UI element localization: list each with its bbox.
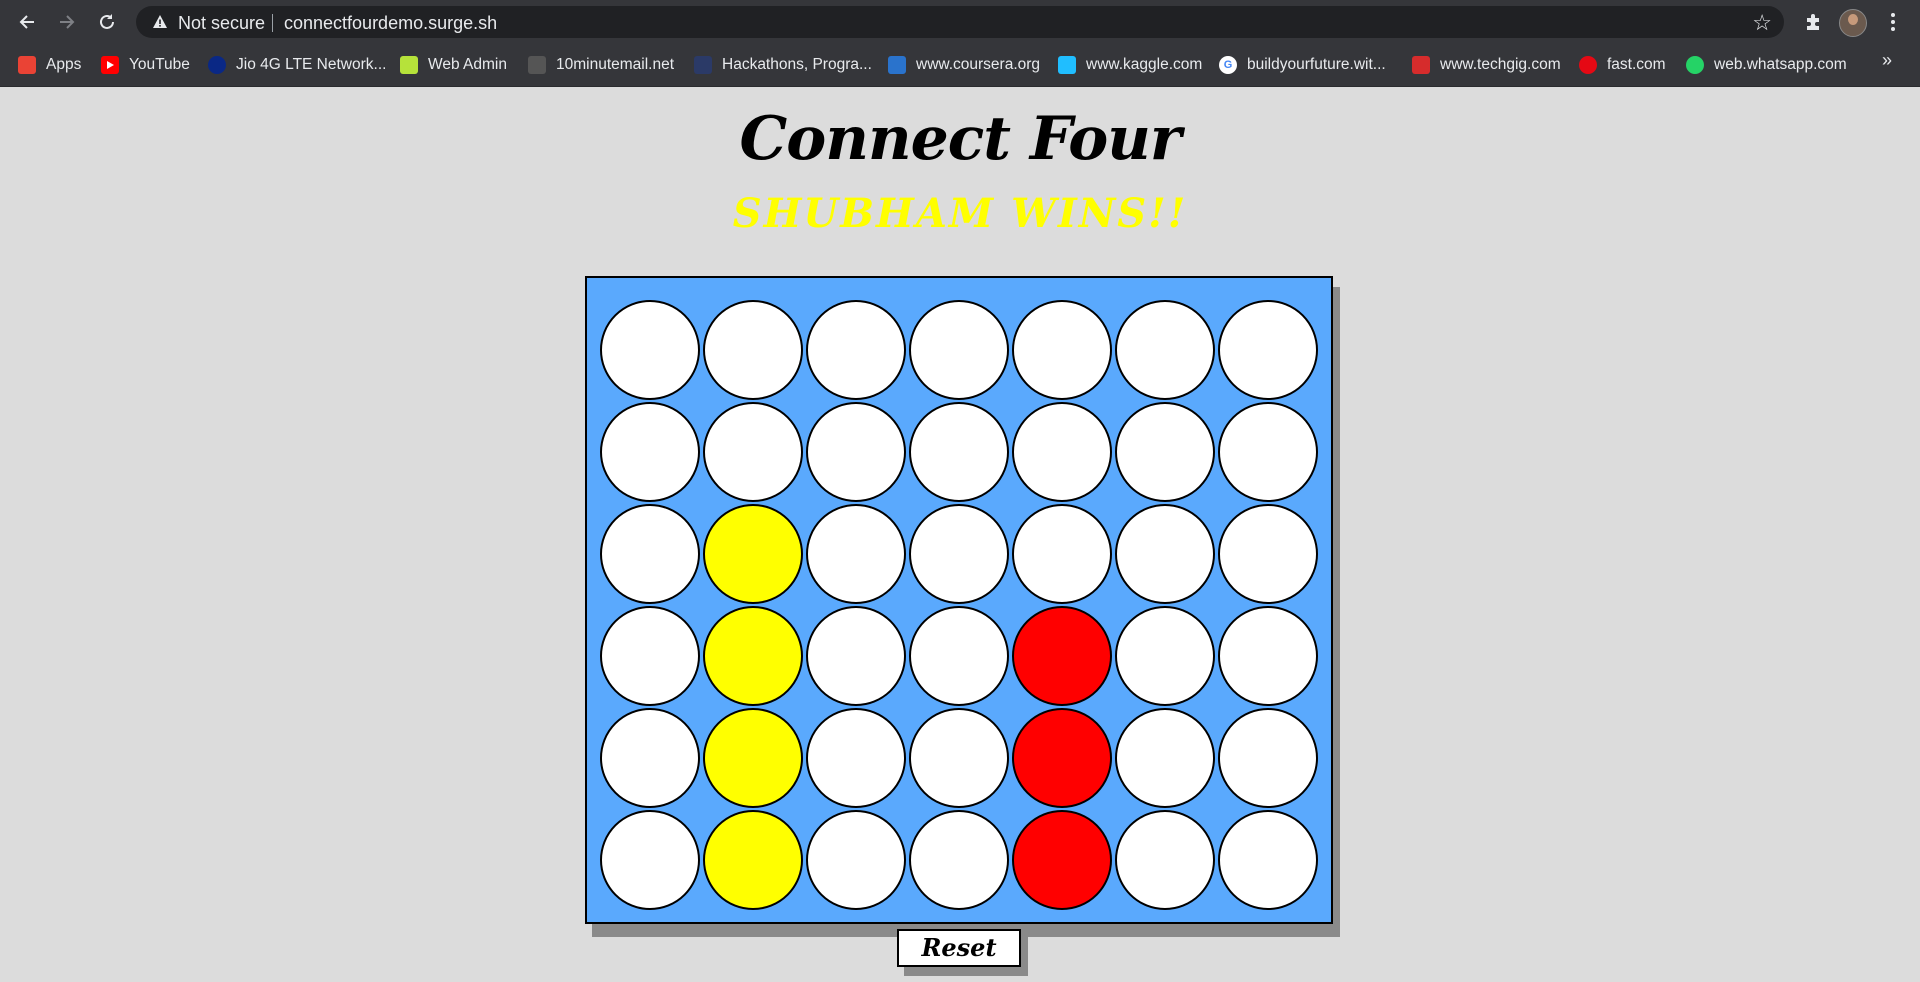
red-disc[interactable]	[1012, 708, 1112, 808]
empty-slot[interactable]	[600, 402, 700, 502]
bookmark-fast[interactable]: fast.com	[1579, 52, 1666, 78]
yellow-disc[interactable]	[703, 810, 803, 910]
empty-slot[interactable]	[1012, 402, 1112, 502]
bookmark-label: www.coursera.org	[916, 56, 1041, 73]
empty-slot[interactable]	[1115, 300, 1215, 400]
empty-slot[interactable]	[703, 300, 803, 400]
bookmark-label: 10minutemail.net	[556, 56, 675, 73]
yellow-disc[interactable]	[703, 708, 803, 808]
bookmark-jio[interactable]: Jio 4G LTE Network...	[208, 52, 386, 78]
empty-slot[interactable]	[1218, 300, 1318, 400]
extensions-icon[interactable]	[1800, 9, 1826, 35]
empty-slot[interactable]	[806, 708, 906, 808]
jio-icon	[208, 56, 226, 74]
empty-slot[interactable]	[600, 300, 700, 400]
empty-slot[interactable]	[600, 810, 700, 910]
bookmark-coursera[interactable]: www.coursera.org	[888, 52, 1040, 78]
page-title: Connect Four	[739, 104, 1182, 174]
bookmark-label: Apps	[46, 56, 82, 73]
empty-slot[interactable]	[1115, 504, 1215, 604]
empty-slot[interactable]	[909, 504, 1009, 604]
url-text[interactable]: connectfourdemo.surge.sh	[284, 13, 497, 34]
yellow-disc[interactable]	[703, 504, 803, 604]
empty-slot[interactable]	[806, 810, 906, 910]
whatsapp-icon	[1686, 56, 1704, 74]
menu-icon[interactable]	[1880, 9, 1906, 35]
bookmark-apps-grid[interactable]: Apps	[18, 52, 81, 78]
empty-slot[interactable]	[600, 504, 700, 604]
bookmark-lte[interactable]: Web Admin	[400, 52, 507, 78]
bookmark-label: www.techgig.com	[1440, 56, 1561, 73]
warning-icon[interactable]	[150, 12, 170, 32]
empty-slot[interactable]	[1218, 606, 1318, 706]
red-disc[interactable]	[1012, 606, 1112, 706]
bookmark-whatsapp[interactable]: web.whatsapp.com	[1686, 52, 1847, 78]
browser-toolbar: Not secure connectfourdemo.surge.sh ☆	[0, 0, 1920, 44]
empty-slot[interactable]	[1115, 810, 1215, 910]
bookmark-label: Hackathons, Progra...	[722, 56, 872, 73]
hackathon-icon	[694, 56, 712, 74]
reload-icon[interactable]	[93, 8, 121, 36]
bookmark-label: buildyourfuture.wit...	[1247, 56, 1386, 73]
game-board	[585, 276, 1333, 924]
empty-slot[interactable]	[703, 402, 803, 502]
winner-status: SHUBHAM WINS!!	[732, 190, 1188, 237]
empty-slot[interactable]	[909, 606, 1009, 706]
empty-slot[interactable]	[1115, 606, 1215, 706]
bookmark-youtube[interactable]: YouTube	[101, 52, 190, 78]
bookmark-techgig[interactable]: www.techgig.com	[1412, 52, 1561, 78]
reset-button[interactable]: Reset	[897, 929, 1021, 967]
red-disc[interactable]	[1012, 810, 1112, 910]
techgig-icon	[1412, 56, 1430, 74]
back-icon[interactable]	[13, 8, 41, 36]
empty-slot[interactable]	[909, 402, 1009, 502]
empty-slot[interactable]	[806, 402, 906, 502]
empty-slot[interactable]	[806, 504, 906, 604]
empty-slot[interactable]	[1218, 504, 1318, 604]
empty-slot[interactable]	[1012, 300, 1112, 400]
empty-slot[interactable]	[1012, 504, 1112, 604]
ten-icon	[528, 56, 546, 74]
empty-slot[interactable]	[1218, 810, 1318, 910]
yellow-disc[interactable]	[703, 606, 803, 706]
bookmark-label: Web Admin	[428, 56, 507, 73]
bookmark-google[interactable]: Gbuildyourfuture.wit...	[1219, 52, 1386, 78]
empty-slot[interactable]	[1218, 402, 1318, 502]
empty-slot[interactable]	[600, 606, 700, 706]
bookmark-label: YouTube	[129, 56, 190, 73]
empty-slot[interactable]	[909, 708, 1009, 808]
security-label[interactable]: Not secure	[178, 13, 265, 34]
star-icon[interactable]: ☆	[1752, 10, 1772, 36]
bookmark-hackathon[interactable]: Hackathons, Progra...	[694, 52, 872, 78]
bookmark-label: fast.com	[1607, 56, 1666, 73]
address-bar[interactable]: Not secure connectfourdemo.surge.sh ☆	[136, 6, 1784, 38]
lte-icon	[400, 56, 418, 74]
profile-avatar[interactable]	[1839, 9, 1867, 37]
empty-slot[interactable]	[806, 300, 906, 400]
apps-grid-icon	[18, 56, 36, 74]
google-icon: G	[1219, 56, 1237, 74]
empty-slot[interactable]	[600, 708, 700, 808]
address-separator	[272, 14, 273, 32]
empty-slot[interactable]	[806, 606, 906, 706]
bookmark-label: www.kaggle.com	[1086, 56, 1203, 73]
fast-icon	[1579, 56, 1597, 74]
empty-slot[interactable]	[1115, 402, 1215, 502]
empty-slot[interactable]	[909, 810, 1009, 910]
bookmark-label: Jio 4G LTE Network...	[236, 56, 387, 73]
youtube-icon	[101, 56, 119, 74]
empty-slot[interactable]	[1115, 708, 1215, 808]
bookmarks-overflow-icon[interactable]: »	[1882, 50, 1892, 71]
coursera-icon	[888, 56, 906, 74]
empty-slot[interactable]	[1218, 708, 1318, 808]
forward-icon[interactable]	[53, 8, 81, 36]
bookmark-kaggle[interactable]: www.kaggle.com	[1058, 52, 1202, 78]
bookmark-ten[interactable]: 10minutemail.net	[528, 52, 674, 78]
bookmark-label: web.whatsapp.com	[1714, 56, 1847, 73]
empty-slot[interactable]	[909, 300, 1009, 400]
kaggle-icon	[1058, 56, 1076, 74]
